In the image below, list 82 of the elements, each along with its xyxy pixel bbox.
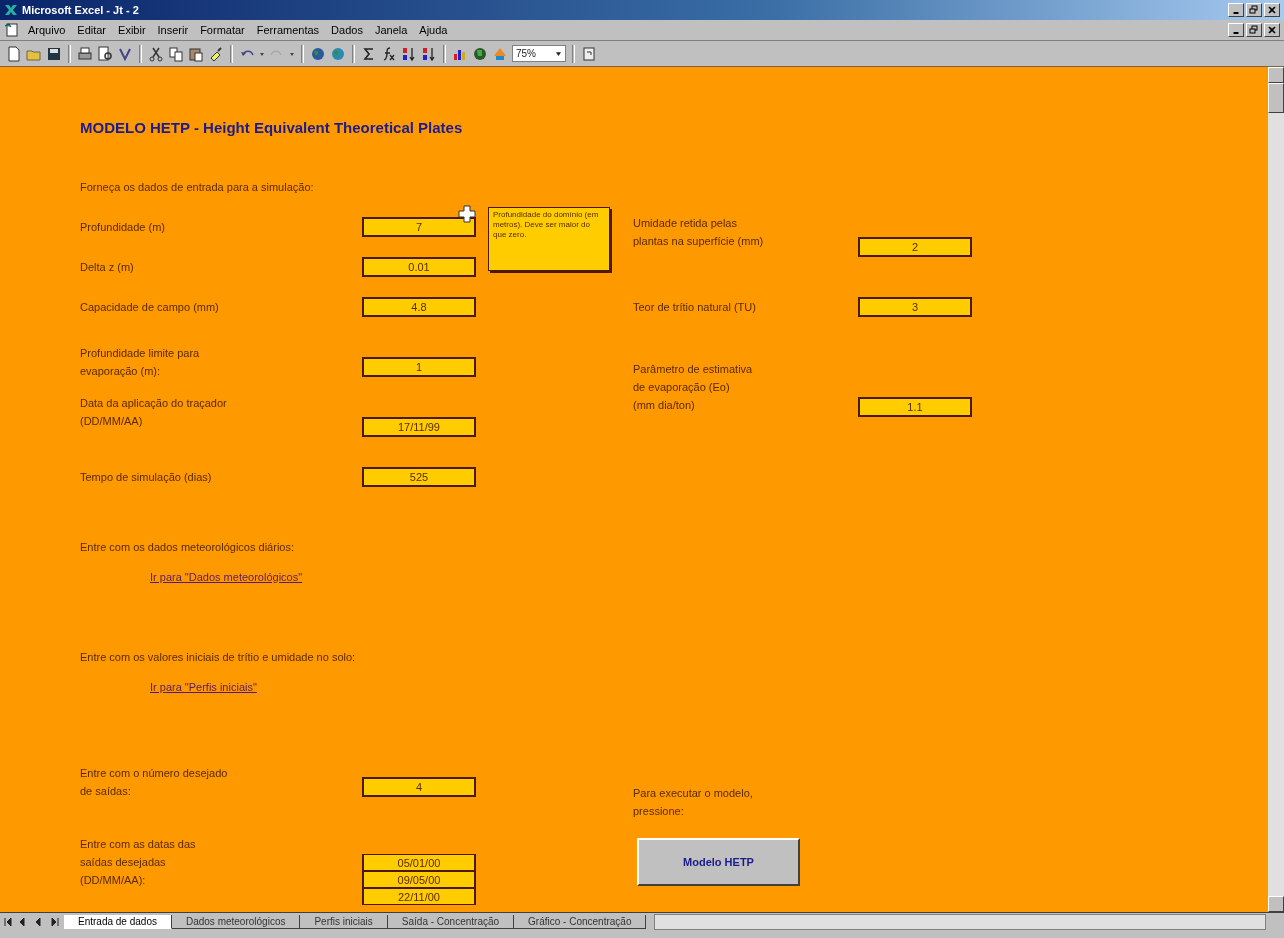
instruction-text: Entre com os valores iniciais de trítio e umidade no solo: (80, 650, 356, 665)
sheet-tab[interactable]: Entrada de dados (64, 915, 172, 929)
minimize-icon (1233, 12, 1239, 14)
date-cell[interactable]: 22/11/00 (362, 888, 476, 905)
close-button[interactable] (1264, 23, 1280, 37)
paste-icon[interactable] (188, 45, 204, 62)
tab-navigation-icon[interactable] (2, 915, 62, 929)
printer-icon[interactable] (77, 45, 93, 62)
restore-icon (1249, 5, 1259, 15)
cursor-icon (458, 205, 476, 223)
instruction-text: Para executar o modelo, pressione: (633, 786, 753, 819)
scissors-icon[interactable] (148, 45, 164, 62)
date-cell[interactable]: 05/01/00 (362, 854, 476, 871)
menu-item[interactable]: Editar (77, 24, 107, 36)
close-button[interactable] (1264, 3, 1280, 17)
restore-button[interactable] (1246, 3, 1262, 17)
sheet-title: MODELO HETP - Height Equivalent Theoretical Plates (80, 118, 464, 136)
menu-item[interactable]: Arquivo (28, 24, 66, 36)
field-label: Umidade retida pelas plantas na superfície (mm) (633, 216, 764, 249)
field-label: Capacidade de campo (mm) (80, 300, 219, 315)
restore-button[interactable] (1246, 23, 1262, 37)
menu-item[interactable]: Dados (331, 24, 363, 36)
menu-item[interactable]: Exibir (118, 24, 146, 36)
window-title: Microsoft Excel - Jt - 2 (22, 4, 139, 16)
cell-comment: Profundidade do domínio (em metros). Deve ser maior do que zero. (488, 207, 610, 271)
save-icon[interactable] (46, 45, 62, 62)
zoom-dropdown[interactable]: 75% (512, 45, 566, 62)
input-cell[interactable]: 525 (362, 467, 476, 487)
restore-icon (1249, 25, 1259, 35)
date-cell[interactable]: 09/05/00 (362, 871, 476, 888)
menu-item[interactable]: Ferramentas (256, 24, 320, 36)
globe-icon[interactable] (310, 45, 326, 62)
instruction-text: Entre com os dados meteorológicos diários: (80, 540, 294, 555)
help-icon[interactable] (581, 45, 597, 62)
field-label: Parâmetro de estimativa de evaporação (Eo) (mm dia/ton) (633, 362, 753, 413)
brush-icon[interactable] (208, 45, 224, 62)
field-label: Delta z (m) (80, 260, 134, 275)
instruction-text: Forneça os dados de entrada para a simulação: (80, 180, 314, 195)
preview-icon[interactable] (97, 45, 113, 62)
field-label: Profundidade limite para evaporação (m): (80, 346, 200, 379)
field-label: Entre com o número desejado de saídas: (80, 766, 228, 799)
input-cell[interactable]: 1 (362, 357, 476, 377)
sheet-link[interactable]: Ir para "Perfis iniciais" (150, 681, 257, 693)
menu-item[interactable]: Janela (374, 24, 408, 36)
input-cell[interactable]: 2 (858, 237, 972, 257)
sheet-tab[interactable]: Dados meteorológicos (171, 915, 301, 929)
sheet-link[interactable]: Ir para "Dados meteorológicos" (150, 571, 303, 583)
field-label: Tempo de simulação (dias) (80, 470, 212, 485)
run-model-button[interactable]: Modelo HETP (637, 838, 800, 886)
field-label: Teor de trítio natural (TU) (633, 300, 756, 315)
menu-item[interactable]: Ajuda (419, 24, 448, 36)
sheet-tab[interactable]: Perfis iniciais (300, 915, 388, 929)
close-icon (1267, 5, 1277, 15)
input-cell[interactable]: 3 (858, 297, 972, 317)
minimize-button[interactable] (1228, 23, 1244, 37)
close-icon (1267, 25, 1277, 35)
minimize-icon (1233, 32, 1239, 34)
document-icon[interactable] (4, 22, 20, 38)
input-cell[interactable]: 17/11/99 (362, 417, 476, 437)
field-label: Entre com as datas das saídas desejadas (DD/MM/AA): (80, 837, 196, 888)
menu-item[interactable]: Inserir (157, 24, 189, 36)
input-cell[interactable]: 7 (362, 217, 476, 237)
excel-logo-icon (4, 3, 18, 17)
sort-descending-icon[interactable] (421, 45, 437, 62)
horizontal-scrollbar[interactable] (654, 914, 1266, 930)
map-icon[interactable] (472, 45, 488, 62)
new-file-icon[interactable] (6, 45, 22, 62)
sort-ascending-icon[interactable] (401, 45, 417, 62)
field-label: Data da aplicação do traçador (DD/MM/AA) (80, 396, 227, 429)
function-icon[interactable] (381, 45, 397, 62)
vertical-scrollbar[interactable] (1268, 67, 1284, 912)
field-label: Profundidade (m) (80, 220, 165, 235)
caret-icon (556, 51, 561, 56)
sheet-tab[interactable]: Gráfico - Concentração (514, 915, 647, 929)
input-cell[interactable]: 4.8 (362, 297, 476, 317)
copy-icon[interactable] (168, 45, 184, 62)
menu-item[interactable]: Formatar (200, 24, 245, 36)
sheet-tab[interactable]: Saída - Concentração (387, 915, 515, 929)
input-cell[interactable]: 1.1 (858, 397, 972, 417)
input-cell[interactable]: 0.01 (362, 257, 476, 277)
minimize-button[interactable] (1228, 3, 1244, 17)
input-cell[interactable]: 4 (362, 777, 476, 797)
